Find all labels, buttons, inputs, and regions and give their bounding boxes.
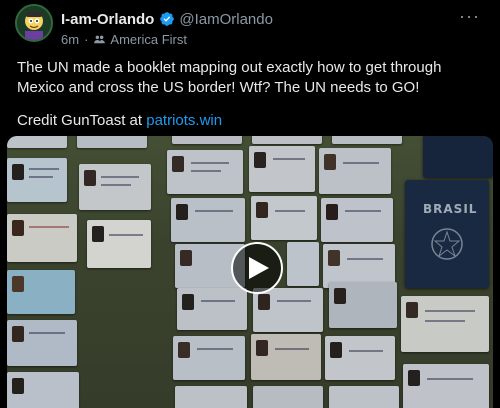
post-time[interactable]: 6m (61, 32, 79, 47)
meta-separator: · (84, 31, 89, 47)
post-meta: 6m · America First (61, 31, 187, 47)
post-credit: Credit GunToast at patriots.win (17, 111, 222, 131)
credit-prefix: Credit GunToast at (17, 112, 147, 129)
play-icon (249, 257, 269, 279)
avatar-image (17, 6, 51, 40)
post: I-am-Orlando @IamOrlando ··· 6m · Americ… (0, 0, 500, 408)
play-button[interactable] (231, 242, 283, 294)
author-handle[interactable]: @IamOrlando (179, 11, 273, 28)
author-row: I-am-Orlando @IamOrlando (61, 9, 273, 29)
more-options-button[interactable]: ··· (459, 7, 480, 25)
community-name[interactable]: America First (110, 32, 187, 47)
video-player[interactable]: BRASIL (7, 136, 493, 408)
credit-link[interactable]: patriots.win (146, 112, 222, 129)
community-icon (94, 35, 106, 43)
verified-badge-icon (160, 12, 175, 26)
post-text: The UN made a booklet mapping out exactl… (17, 58, 487, 98)
avatar[interactable] (15, 4, 53, 42)
author-display-name[interactable]: I-am-Orlando (61, 11, 154, 28)
post-body: The UN made a booklet mapping out exactl… (17, 59, 442, 96)
